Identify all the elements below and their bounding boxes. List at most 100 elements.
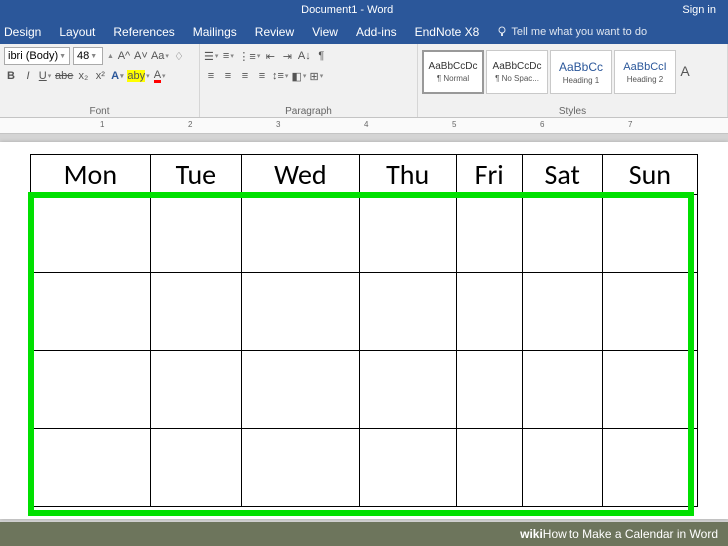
calendar-cell[interactable]	[359, 351, 456, 429]
calendar-cell[interactable]	[150, 195, 241, 273]
borders-button[interactable]: ⊞▾	[309, 68, 323, 84]
show-marks-button[interactable]: ¶	[314, 48, 328, 64]
subscript-button[interactable]: x₂	[76, 68, 90, 84]
tab-review[interactable]: Review	[255, 25, 294, 39]
underline-button[interactable]: U▾	[38, 68, 52, 84]
calendar-cell[interactable]	[456, 273, 522, 351]
calendar-cell[interactable]	[31, 351, 151, 429]
calendar-cell[interactable]	[602, 273, 697, 351]
calendar-day-header[interactable]: Thu	[359, 155, 456, 195]
decrease-indent-button[interactable]: ⇤	[263, 48, 277, 64]
calendar-cell[interactable]	[602, 429, 697, 507]
tab-view[interactable]: View	[312, 25, 338, 39]
calendar-cell[interactable]	[522, 351, 602, 429]
calendar-day-header[interactable]: Wed	[242, 155, 360, 195]
sort-button[interactable]: A↓	[297, 48, 311, 64]
tab-addins[interactable]: Add-ins	[356, 25, 397, 39]
calendar-cell[interactable]	[242, 429, 360, 507]
justify-button[interactable]: ≡	[255, 68, 269, 84]
calendar-day-header[interactable]: Mon	[31, 155, 151, 195]
multilevel-button[interactable]: ⋮≡▾	[238, 48, 260, 64]
style-normal[interactable]: AaBbCcDc ¶ Normal	[422, 50, 484, 94]
grow-font-button[interactable]: A^	[117, 48, 131, 64]
calendar-cell[interactable]	[150, 273, 241, 351]
bold-button[interactable]: B	[4, 68, 18, 84]
calendar-cell[interactable]	[242, 351, 360, 429]
document-area: MonTueWedThuFriSatSun	[0, 134, 728, 546]
calendar-cell[interactable]	[522, 273, 602, 351]
tab-references[interactable]: References	[113, 25, 174, 39]
calendar-cell[interactable]	[242, 195, 360, 273]
style-no-spacing[interactable]: AaBbCcDc ¶ No Spac...	[486, 50, 548, 94]
superscript-button[interactable]: x²	[93, 68, 107, 84]
numbering-button[interactable]: ≡▾	[221, 48, 235, 64]
tab-layout[interactable]: Layout	[59, 25, 95, 39]
calendar-cell[interactable]	[359, 429, 456, 507]
font-size-up-icon[interactable]: ▲	[107, 53, 114, 60]
text-effects-button[interactable]: A▾	[110, 68, 124, 84]
tab-mailings[interactable]: Mailings	[193, 25, 237, 39]
calendar-cell[interactable]	[242, 273, 360, 351]
styles-group-label: Styles	[418, 106, 727, 117]
calendar-row	[31, 195, 698, 273]
align-center-button[interactable]: ≡	[221, 68, 235, 84]
strikethrough-button[interactable]: abe	[55, 68, 73, 84]
calendar-row	[31, 429, 698, 507]
shrink-font-button[interactable]: A˅	[134, 48, 148, 64]
calendar-cell[interactable]	[602, 195, 697, 273]
style-heading2[interactable]: AaBbCcI Heading 2	[614, 50, 676, 94]
calendar-header-row: MonTueWedThuFriSatSun	[31, 155, 698, 195]
calendar-cell[interactable]	[522, 429, 602, 507]
align-right-button[interactable]: ≡	[238, 68, 252, 84]
calendar-cell[interactable]	[31, 195, 151, 273]
watermark-brand: wikiHow	[520, 527, 567, 541]
horizontal-ruler[interactable]: 1234567	[0, 118, 728, 134]
italic-button[interactable]: I	[21, 68, 35, 84]
clear-formatting-button[interactable]: ♢	[172, 48, 186, 64]
styles-more[interactable]: A	[678, 63, 692, 79]
bullets-button[interactable]: ☰▾	[204, 48, 218, 64]
font-color-button[interactable]: A▾	[153, 68, 167, 84]
ruler-mark: 6	[540, 120, 544, 129]
ruler-mark: 7	[628, 120, 632, 129]
calendar-cell[interactable]	[150, 429, 241, 507]
ruler-mark: 4	[364, 120, 368, 129]
line-spacing-button[interactable]: ↕≡▾	[272, 68, 288, 84]
align-left-button[interactable]: ≡	[204, 68, 218, 84]
calendar-day-header[interactable]: Tue	[150, 155, 241, 195]
calendar-cell[interactable]	[31, 429, 151, 507]
font-family-select[interactable]: ibri (Body)▼	[4, 47, 70, 65]
calendar-cell[interactable]	[456, 429, 522, 507]
tab-design[interactable]: Design	[4, 25, 41, 39]
calendar-cell[interactable]	[602, 351, 697, 429]
calendar-cell[interactable]	[456, 195, 522, 273]
watermark-text: to Make a Calendar in Word	[569, 527, 718, 541]
tell-me-search[interactable]: Tell me what you want to do	[497, 26, 647, 38]
calendar-cell[interactable]	[31, 273, 151, 351]
calendar-day-header[interactable]: Sun	[602, 155, 697, 195]
calendar-day-header[interactable]: Fri	[456, 155, 522, 195]
calendar-day-header[interactable]: Sat	[522, 155, 602, 195]
increase-indent-button[interactable]: ⇥	[280, 48, 294, 64]
calendar-row	[31, 273, 698, 351]
ribbon: ibri (Body)▼ 48▼ ▲ A^ A˅ Aa▾ ♢ B I U▾ ab…	[0, 44, 728, 118]
calendar-cell[interactable]	[359, 273, 456, 351]
style-heading1[interactable]: AaBbCc Heading 1	[550, 50, 612, 94]
calendar-cell[interactable]	[359, 195, 456, 273]
calendar-cell[interactable]	[150, 351, 241, 429]
paragraph-group-label: Paragraph	[200, 106, 417, 117]
tab-endnote[interactable]: EndNote X8	[415, 25, 480, 39]
page[interactable]: MonTueWedThuFriSatSun	[0, 142, 728, 519]
signin-link[interactable]: Sign in	[682, 4, 716, 16]
calendar-table[interactable]: MonTueWedThuFriSatSun	[30, 154, 698, 507]
calendar-row	[31, 351, 698, 429]
calendar-cell[interactable]	[456, 351, 522, 429]
calendar-cell[interactable]	[522, 195, 602, 273]
shading-button[interactable]: ◧▾	[291, 68, 306, 84]
change-case-button[interactable]: Aa▾	[151, 48, 169, 64]
ruler-mark: 5	[452, 120, 456, 129]
styles-group: AaBbCcDc ¶ Normal AaBbCcDc ¶ No Spac... …	[418, 44, 728, 117]
ruler-mark: 1	[100, 120, 104, 129]
font-size-select[interactable]: 48▼	[73, 47, 103, 65]
highlight-button[interactable]: aby▾	[127, 68, 149, 84]
